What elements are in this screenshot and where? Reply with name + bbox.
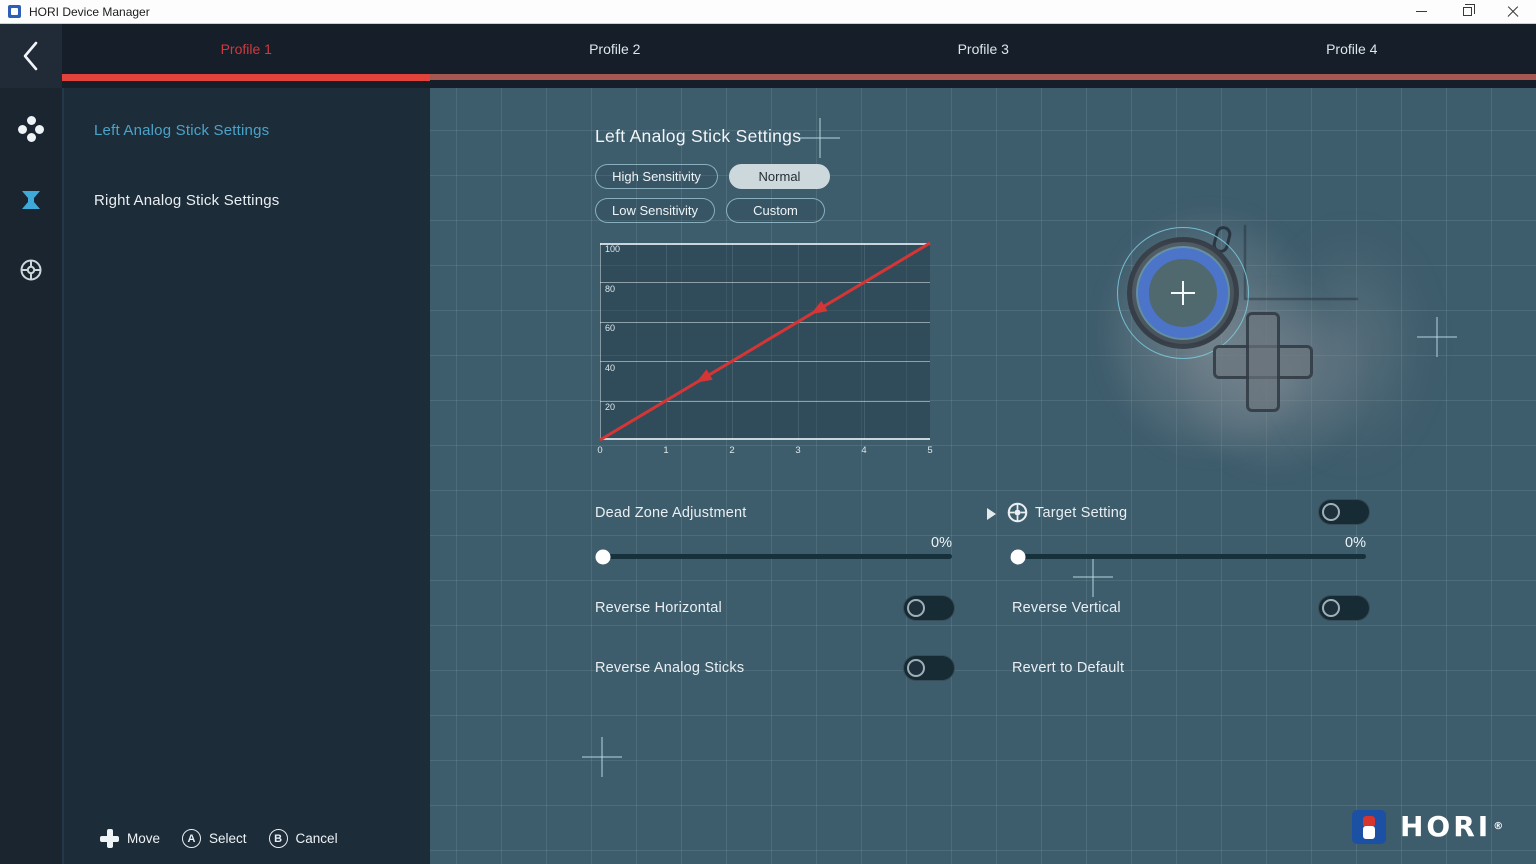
tab-profile-1[interactable]: Profile 1 bbox=[62, 24, 431, 74]
low-sensitivity-button[interactable]: Low Sensitivity bbox=[595, 198, 715, 223]
toggle-knob bbox=[907, 659, 925, 677]
a-button-icon: A bbox=[182, 829, 201, 848]
window-title: HORI Device Manager bbox=[29, 5, 150, 19]
close-button[interactable] bbox=[1490, 0, 1536, 23]
close-icon bbox=[1507, 6, 1519, 18]
controller-body-fade bbox=[1275, 228, 1430, 463]
target-setting-value: 0% bbox=[1010, 535, 1366, 551]
normal-sensitivity-button[interactable]: Normal bbox=[729, 164, 830, 189]
tab-profile-3[interactable]: Profile 3 bbox=[799, 24, 1168, 74]
tab-profile-2[interactable]: Profile 2 bbox=[431, 24, 800, 74]
toggle-knob bbox=[1322, 503, 1340, 521]
x-tick-label: 4 bbox=[861, 445, 866, 456]
reverse-horizontal-toggle[interactable] bbox=[903, 595, 955, 621]
controller-seam bbox=[1244, 225, 1246, 300]
controller-body bbox=[1095, 203, 1325, 463]
settings-wheel-icon bbox=[19, 258, 43, 282]
reverse-vertical-label: Reverse Vertical bbox=[1012, 600, 1121, 616]
main-content: Left Analog Stick Settings High Sensitiv… bbox=[430, 88, 1536, 864]
hint-select-label: Select bbox=[209, 831, 247, 846]
dead-zone-slider-thumb[interactable] bbox=[596, 549, 611, 564]
active-tab-underline bbox=[62, 74, 430, 81]
window-controls bbox=[1398, 0, 1536, 23]
reverse-horizontal-label: Reverse Horizontal bbox=[595, 600, 722, 616]
dpad-icon bbox=[18, 116, 44, 142]
grid-crosshair bbox=[800, 118, 840, 158]
b-button-icon: B bbox=[269, 829, 288, 848]
sidebar-item-dpad[interactable] bbox=[18, 116, 44, 142]
grid-crosshair bbox=[582, 737, 622, 777]
hori-logo-icon bbox=[1352, 810, 1386, 844]
minimize-icon bbox=[1416, 11, 1427, 12]
x-tick-label: 1 bbox=[663, 445, 668, 456]
target-setting-slider-thumb[interactable] bbox=[1011, 549, 1026, 564]
dead-zone-value: 0% bbox=[596, 535, 952, 551]
custom-sensitivity-button[interactable]: Custom bbox=[726, 198, 825, 223]
target-setting-icon bbox=[1007, 502, 1028, 523]
restore-button[interactable] bbox=[1444, 0, 1490, 23]
settings-nav-panel: Left Analog Stick Settings Right Analog … bbox=[62, 88, 430, 864]
controller-seam bbox=[1246, 298, 1358, 300]
high-sensitivity-button[interactable]: High Sensitivity bbox=[595, 164, 718, 189]
dpad-icon bbox=[100, 829, 119, 848]
dead-zone-slider[interactable] bbox=[600, 554, 952, 559]
reverse-analog-sticks-toggle[interactable] bbox=[903, 655, 955, 681]
hint-move: Move bbox=[100, 829, 160, 848]
response-curve-plot: 100 80 60 40 20 bbox=[600, 243, 930, 440]
hori-logo-text: HORI® bbox=[1400, 810, 1506, 844]
page-title: Left Analog Stick Settings bbox=[595, 126, 801, 147]
x-tick-label: 0 bbox=[597, 445, 602, 456]
app-body: Profile 1 Profile 2 Profile 3 Profile 4 bbox=[0, 24, 1536, 864]
controller-body-lobe bbox=[1175, 283, 1370, 478]
target-setting-toggle[interactable] bbox=[1318, 499, 1370, 525]
dead-zone-label: Dead Zone Adjustment bbox=[595, 505, 747, 521]
hint-cancel: B Cancel bbox=[269, 829, 338, 848]
back-button[interactable] bbox=[0, 24, 62, 88]
grid-crosshair bbox=[1417, 317, 1457, 357]
x-tick-label: 5 bbox=[927, 445, 932, 456]
restore-icon bbox=[1463, 7, 1472, 16]
profile-tabbar: Profile 1 Profile 2 Profile 3 Profile 4 bbox=[62, 24, 1536, 88]
nav-item-left-analog-stick[interactable]: Left Analog Stick Settings bbox=[94, 122, 269, 139]
target-setting-expander[interactable] bbox=[987, 508, 996, 520]
revert-to-default-button[interactable]: Revert to Default bbox=[1012, 660, 1124, 676]
titlebar: HORI Device Manager bbox=[0, 0, 1536, 24]
reverse-analog-sticks-label: Reverse Analog Sticks bbox=[595, 660, 744, 676]
hint-cancel-label: Cancel bbox=[296, 831, 338, 846]
controller-hints: Move A Select B Cancel bbox=[100, 829, 338, 848]
toggle-knob bbox=[907, 599, 925, 617]
left-stick-highlight-ring bbox=[1117, 227, 1249, 359]
hori-device-manager-window: HORI Device Manager Profile 1 Profile 2 … bbox=[0, 0, 1536, 864]
controller-illustration bbox=[1070, 188, 1420, 518]
response-curve-svg bbox=[600, 243, 930, 440]
x-tick-label: 3 bbox=[795, 445, 800, 456]
analog-stick-icon bbox=[19, 188, 43, 212]
toggle-knob bbox=[1322, 599, 1340, 617]
tabbar-underline bbox=[430, 74, 1536, 80]
x-tick-label: 2 bbox=[729, 445, 734, 456]
reverse-vertical-toggle[interactable] bbox=[1318, 595, 1370, 621]
left-stick-blue-ring bbox=[1138, 248, 1228, 338]
dpad-shape bbox=[1249, 348, 1277, 376]
minus-button-icon bbox=[1211, 224, 1233, 254]
minimize-button[interactable] bbox=[1398, 0, 1444, 23]
dpad-shape bbox=[1246, 312, 1280, 412]
app-icon bbox=[8, 5, 21, 18]
grid-crosshair bbox=[1073, 557, 1113, 597]
hori-logo: HORI® bbox=[1352, 810, 1506, 844]
icon-sidebar bbox=[0, 88, 62, 864]
hint-select: A Select bbox=[182, 829, 247, 848]
hint-move-label: Move bbox=[127, 831, 160, 846]
left-stick-base bbox=[1127, 237, 1239, 349]
target-setting-label: Target Setting bbox=[1035, 505, 1127, 521]
sidebar-item-settings[interactable] bbox=[19, 258, 43, 282]
sidebar-item-analog-stick[interactable] bbox=[19, 188, 43, 212]
dpad-shape bbox=[1213, 345, 1313, 379]
tab-profile-4[interactable]: Profile 4 bbox=[1168, 24, 1536, 74]
back-chevron-icon bbox=[21, 40, 41, 72]
target-setting-slider[interactable] bbox=[1010, 554, 1366, 559]
registered-mark: ® bbox=[1493, 821, 1506, 832]
nav-item-right-analog-stick[interactable]: Right Analog Stick Settings bbox=[94, 192, 280, 209]
